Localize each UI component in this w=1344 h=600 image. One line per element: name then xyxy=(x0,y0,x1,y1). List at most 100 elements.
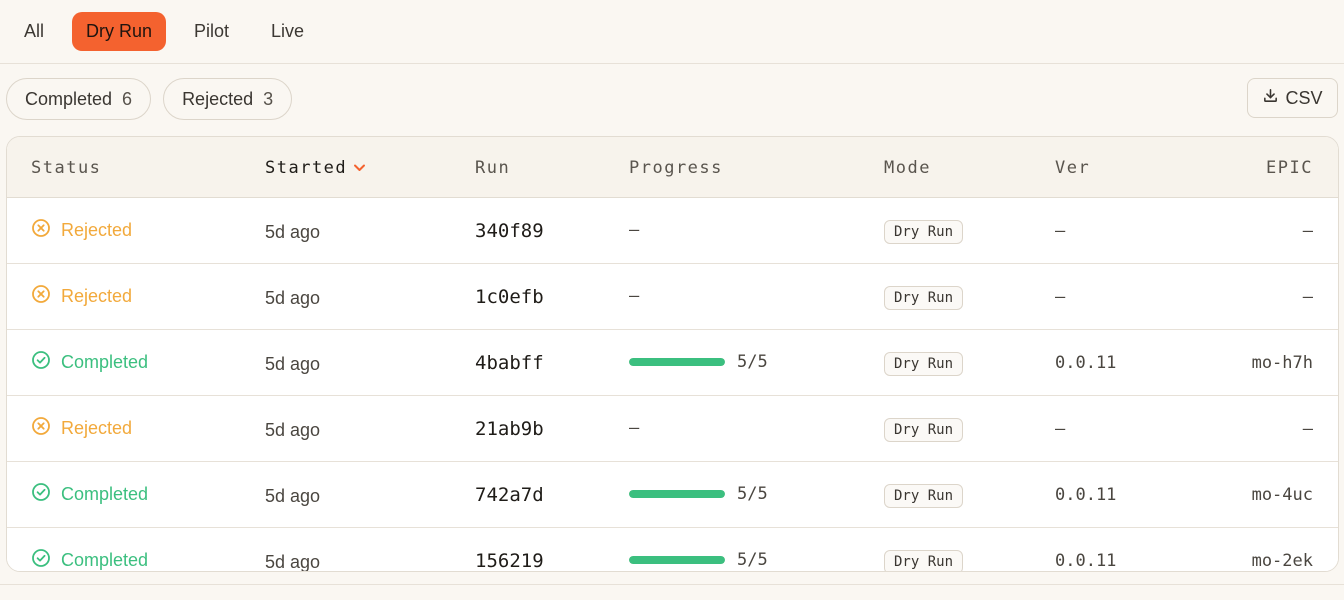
runs-table: Status Started Run Progress Mode Ver EPI… xyxy=(6,136,1339,572)
mode-badge: Dry Run xyxy=(884,550,964,571)
progress-bar-fill xyxy=(629,358,725,366)
status-cell: Completed xyxy=(31,482,148,507)
version-cell: 0.0.11 xyxy=(1055,353,1117,373)
status-cell: Completed xyxy=(31,548,149,571)
started-cell: 5d ago xyxy=(265,222,321,242)
progress-cell: 5/5 xyxy=(629,352,768,372)
status-label: Completed xyxy=(61,550,149,570)
column-header-mode[interactable]: Mode xyxy=(884,158,931,178)
status-label: Completed xyxy=(61,484,149,504)
run-id-cell[interactable]: 156219 xyxy=(475,550,544,571)
progress-text: — xyxy=(629,286,640,306)
progress-cell: — xyxy=(629,220,639,240)
table-row[interactable]: Rejected 5d ago 21ab9b — Dry Run – – xyxy=(7,396,1338,462)
column-header-ver[interactable]: Ver xyxy=(1055,158,1090,178)
progress-text: — xyxy=(629,418,640,438)
filter-chip-label: Rejected xyxy=(182,88,254,109)
filter-chip-label: Completed xyxy=(25,88,113,109)
table-row[interactable]: Completed 5d ago 742a7d 5/5 Dry Run 0.0.11 mo-… xyxy=(7,462,1338,528)
version-cell: – xyxy=(1055,221,1066,241)
x-circle-icon xyxy=(31,284,51,309)
epic-cell: mo-2ek xyxy=(1251,551,1313,571)
started-cell: 5d ago xyxy=(265,420,321,440)
filter-chip-count: 3 xyxy=(263,88,274,109)
column-header-epic[interactable]: EPIC xyxy=(1266,158,1313,178)
progress-text: — xyxy=(629,220,640,240)
column-header-started[interactable]: Started xyxy=(265,158,366,178)
table-row[interactable]: Rejected 5d ago 1c0efb — Dry Run – – xyxy=(7,264,1338,330)
export-csv-button[interactable]: CSV xyxy=(1247,78,1338,118)
column-header-label: Started xyxy=(265,158,348,178)
download-icon xyxy=(1262,87,1279,109)
divider xyxy=(0,584,1344,585)
version-cell: – xyxy=(1055,287,1066,307)
status-cell: Rejected xyxy=(31,284,132,309)
status-cell: Completed xyxy=(31,350,148,375)
column-header-progress[interactable]: Progress xyxy=(629,158,723,178)
epic-cell: mo-h7h xyxy=(1251,353,1313,373)
progress-cell: — xyxy=(629,418,639,438)
progress-bar-fill xyxy=(629,490,725,498)
table-row[interactable]: Completed 5d ago 4babff 5/5 Dry Run 0.0.11 mo-… xyxy=(7,330,1338,396)
table-body: Rejected 5d ago 340f89 — Dry Run – – Rejected 5d… xyxy=(7,198,1338,572)
run-id-cell[interactable]: 1c0efb xyxy=(475,286,544,308)
progress-text: 5/5 xyxy=(737,484,768,504)
status-label: Rejected xyxy=(61,220,133,240)
progress-bar-fill xyxy=(629,556,725,564)
filter-chip-rejected[interactable]: Rejected 3 xyxy=(163,78,293,120)
mode-badge: Dry Run xyxy=(884,220,964,244)
column-header-run[interactable]: Run xyxy=(475,158,510,178)
epic-cell: – xyxy=(1302,287,1313,307)
mode-tab-bar: All Dry Run Pilot Live xyxy=(0,0,1344,64)
epic-cell: mo-4uc xyxy=(1251,485,1313,505)
progress-cell: 5/5 xyxy=(629,550,768,570)
started-cell: 5d ago xyxy=(265,552,321,572)
version-cell: 0.0.11 xyxy=(1055,485,1117,505)
sort-descending-icon xyxy=(353,158,366,178)
epic-cell: – xyxy=(1302,419,1313,439)
progress-bar xyxy=(629,490,725,498)
epic-cell: – xyxy=(1302,221,1313,241)
export-csv-label: CSV xyxy=(1285,87,1323,108)
check-circle-icon xyxy=(31,350,51,375)
progress-cell: — xyxy=(629,286,639,306)
version-cell: 0.0.11 xyxy=(1055,551,1117,571)
mode-badge: Dry Run xyxy=(884,352,964,376)
status-cell: Rejected xyxy=(31,218,132,243)
status-label: Rejected xyxy=(61,418,133,438)
progress-text: 5/5 xyxy=(737,352,768,372)
progress-text: 5/5 xyxy=(737,550,768,570)
column-header-status[interactable]: Status xyxy=(31,158,101,178)
run-id-cell[interactable]: 21ab9b xyxy=(475,418,544,440)
mode-badge: Dry Run xyxy=(884,418,964,442)
table-header: Status Started Run Progress Mode Ver EPI… xyxy=(7,137,1338,198)
tab-pilot[interactable]: Pilot xyxy=(180,12,243,51)
x-circle-icon xyxy=(31,218,51,243)
run-id-cell[interactable]: 742a7d xyxy=(475,484,544,506)
tab-dry-run[interactable]: Dry Run xyxy=(72,12,167,51)
started-cell: 5d ago xyxy=(265,354,321,374)
status-label: Rejected xyxy=(61,286,133,306)
check-circle-icon xyxy=(31,548,51,571)
tab-live[interactable]: Live xyxy=(257,12,318,51)
filter-chip-count: 6 xyxy=(122,88,133,109)
run-id-cell[interactable]: 4babff xyxy=(475,352,544,374)
table-row[interactable]: Completed 5d ago 156219 5/5 Dry Run 0.0.11 mo-… xyxy=(7,528,1338,572)
started-cell: 5d ago xyxy=(265,486,321,506)
progress-cell: 5/5 xyxy=(629,484,768,504)
progress-bar xyxy=(629,358,725,366)
table-row[interactable]: Rejected 5d ago 340f89 — Dry Run – – xyxy=(7,198,1338,264)
mode-badge: Dry Run xyxy=(884,484,964,508)
x-circle-icon xyxy=(31,416,51,441)
filter-bar: Completed 6 Rejected 3 CSV xyxy=(0,64,1344,134)
check-circle-icon xyxy=(31,482,51,507)
progress-bar xyxy=(629,556,725,564)
status-cell: Rejected xyxy=(31,416,132,441)
tab-all[interactable]: All xyxy=(10,12,58,51)
filter-chip-completed[interactable]: Completed 6 xyxy=(6,78,152,120)
run-id-cell[interactable]: 340f89 xyxy=(475,220,544,242)
started-cell: 5d ago xyxy=(265,288,321,308)
status-label: Completed xyxy=(61,352,149,372)
mode-badge: Dry Run xyxy=(884,286,964,310)
version-cell: – xyxy=(1055,419,1066,439)
